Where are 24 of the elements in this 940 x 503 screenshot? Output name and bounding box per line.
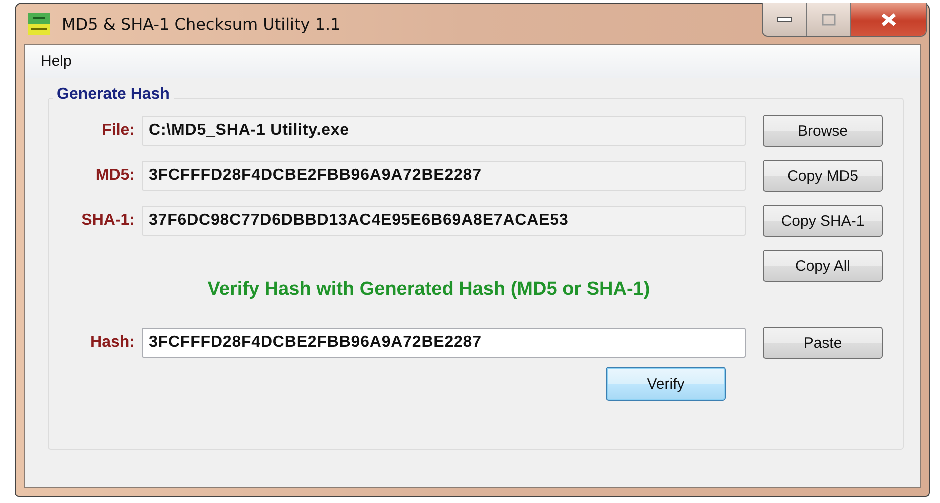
action-button[interactable]: Copy MD5 [763,160,883,192]
app-icon [28,13,50,35]
verify-button[interactable]: Verify [606,367,726,401]
copy-all-button[interactable]: Copy All [763,250,883,282]
action-button[interactable]: Copy SHA-1 [763,205,883,237]
close-icon [880,12,898,26]
text-field[interactable]: 37F6DC98C77D6DBBD13AC4E95E6B69A8E7ACAE53 [142,206,746,236]
text-field[interactable]: C:\MD5_SHA-1 Utility.exe [142,116,746,146]
action-button[interactable]: Browse [763,115,883,147]
maximize-button[interactable] [807,3,851,36]
text-field[interactable]: 3FCFFFD28F4DCBE2FBB96A9A72BE2287 [142,161,746,191]
minimize-icon [776,16,792,24]
minimize-button[interactable] [763,3,807,36]
section-heading: Verify Hash with Generated Hash (MD5 or SHA-1) [206,279,652,301]
field-label: File: [101,122,136,140]
window-title: MD5 & SHA-1 Checksum Utility 1.1 [62,14,341,34]
field-label: SHA-1: [80,212,136,230]
maximize-icon [822,14,836,26]
field-label: Hash: [90,334,136,352]
menu-item[interactable]: Help [37,51,76,72]
paste-button[interactable]: Paste [763,327,883,359]
text-field[interactable]: 3FCFFFD28F4DCBE2FBB96A9A72BE2287 [142,328,746,358]
close-button[interactable] [851,3,926,36]
field-label: MD5: [94,167,136,185]
